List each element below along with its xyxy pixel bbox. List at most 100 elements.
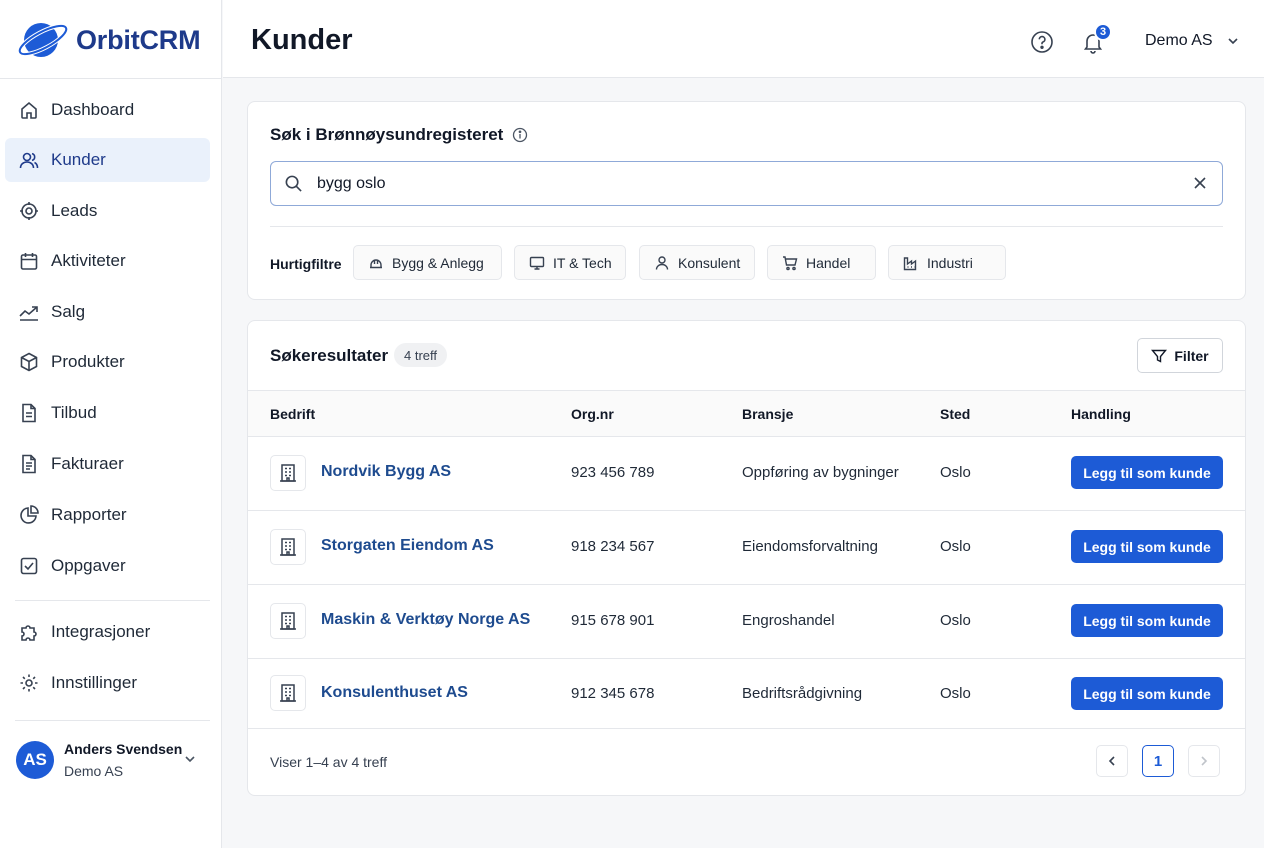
sidebar-item-leads[interactable]: Leads bbox=[5, 189, 210, 233]
sidebar-item-rapporter[interactable]: Rapporter bbox=[5, 493, 210, 537]
industry: Bedriftsrådgivning bbox=[742, 685, 863, 702]
company-name-link[interactable]: Konsulenthuset AS bbox=[321, 684, 468, 702]
help-icon[interactable] bbox=[1030, 30, 1054, 54]
sidebar-item-kunder[interactable]: Kunder bbox=[5, 138, 210, 182]
chip-label: Bygg & Anlegg bbox=[392, 254, 484, 271]
page-title: Kunder bbox=[251, 24, 353, 56]
target-icon bbox=[19, 201, 39, 221]
document-icon bbox=[19, 403, 39, 423]
quick-filter-industri[interactable]: Industri bbox=[888, 245, 1006, 280]
column-header-bedrift[interactable]: Bedrift bbox=[270, 406, 315, 422]
quick-filter-handel[interactable]: Handel bbox=[767, 245, 876, 280]
cart-icon bbox=[782, 255, 798, 271]
info-icon[interactable] bbox=[512, 127, 528, 143]
sidebar-item-salg[interactable]: Salg bbox=[5, 290, 210, 334]
search-divider bbox=[270, 226, 1223, 227]
column-header-bransje[interactable]: Bransje bbox=[742, 406, 793, 422]
add-as-customer-button[interactable]: Legg til som kunde bbox=[1071, 604, 1223, 637]
sidebar-item-produkter[interactable]: Produkter bbox=[5, 340, 210, 384]
table-header: Bedrift Org.nr Bransje Sted Handling bbox=[248, 390, 1245, 437]
sidebar-item-tilbud[interactable]: Tilbud bbox=[5, 391, 210, 435]
sidebar-item-label: Fakturaer bbox=[51, 454, 124, 473]
org-number: 915 678 901 bbox=[571, 612, 655, 629]
sidebar-item-aktiviteter[interactable]: Aktiviteter bbox=[5, 239, 210, 283]
pagination-page-1[interactable]: 1 bbox=[1142, 745, 1174, 777]
industry: Eiendomsforvaltning bbox=[742, 538, 878, 555]
sidebar-item-oppgaver[interactable]: Oppgaver bbox=[5, 544, 210, 588]
search-icon bbox=[284, 174, 303, 193]
company-name-link[interactable]: Storgaten Eiendom AS bbox=[321, 537, 494, 555]
person-icon bbox=[654, 255, 670, 271]
chip-label: Industri bbox=[927, 254, 973, 271]
gear-icon bbox=[19, 673, 39, 693]
nav-divider bbox=[15, 600, 210, 601]
notification-badge: 3 bbox=[1094, 23, 1112, 41]
filter-icon bbox=[1151, 348, 1168, 364]
users-icon bbox=[19, 150, 39, 170]
sidebar-item-label: Rapporter bbox=[51, 505, 127, 524]
sidebar-item-label: Tilbud bbox=[51, 403, 97, 422]
app-logo[interactable]: OrbitCRM bbox=[16, 18, 201, 62]
building-icon bbox=[270, 529, 306, 565]
add-as-customer-button[interactable]: Legg til som kunde bbox=[1071, 530, 1223, 563]
sidebar-item-label: Aktiviteter bbox=[51, 251, 126, 270]
nav-divider bbox=[15, 720, 210, 721]
column-header-sted[interactable]: Sted bbox=[940, 406, 970, 422]
pagination-prev-button[interactable] bbox=[1096, 745, 1128, 777]
city: Oslo bbox=[940, 464, 971, 481]
close-icon[interactable] bbox=[1192, 175, 1208, 191]
calendar-icon bbox=[19, 251, 39, 271]
account-switcher[interactable]: Demo AS bbox=[1145, 32, 1239, 50]
chevron-down-icon bbox=[1227, 35, 1239, 47]
quick-filter-konsulent[interactable]: Konsulent bbox=[639, 245, 755, 280]
user-info: Anders Svendsen Demo AS bbox=[64, 741, 182, 779]
column-header-handling: Handling bbox=[1071, 406, 1131, 422]
home-icon bbox=[19, 100, 39, 120]
factory-icon bbox=[903, 255, 919, 271]
filter-button[interactable]: Filter bbox=[1137, 338, 1223, 373]
monitor-icon bbox=[529, 255, 545, 271]
user-menu[interactable]: AS Anders Svendsen Demo AS bbox=[16, 740, 206, 780]
invoice-icon bbox=[19, 454, 39, 474]
quick-filter-it[interactable]: IT & Tech bbox=[514, 245, 626, 280]
search-title-text: Søk i Brønnøysundregisteret bbox=[270, 125, 504, 144]
quick-filters-label: Hurtigfiltre bbox=[270, 256, 342, 272]
account-label: Demo AS bbox=[1145, 32, 1213, 49]
sidebar-item-label: Integrasjoner bbox=[51, 622, 151, 641]
city: Oslo bbox=[940, 612, 971, 629]
building-icon bbox=[270, 675, 306, 711]
add-as-customer-button[interactable]: Legg til som kunde bbox=[1071, 677, 1223, 710]
app-name: OrbitCRM bbox=[76, 24, 201, 55]
org-number: 912 345 678 bbox=[571, 685, 655, 702]
sidebar-item-label: Leads bbox=[51, 201, 98, 220]
box-icon bbox=[19, 352, 39, 372]
checkbox-icon bbox=[19, 556, 39, 576]
org-number: 918 234 567 bbox=[571, 538, 655, 555]
trend-icon bbox=[19, 302, 39, 322]
sidebar-item-label: Salg bbox=[51, 302, 86, 321]
company-name-link[interactable]: Nordvik Bygg AS bbox=[321, 463, 451, 481]
chevron-left-icon bbox=[1106, 755, 1118, 767]
company-name-link[interactable]: Maskin & Verktøy Norge AS bbox=[321, 611, 530, 629]
city: Oslo bbox=[940, 685, 971, 702]
sidebar-item-label: Produkter bbox=[51, 352, 125, 371]
results-summary: Viser 1–4 av 4 treff bbox=[270, 754, 387, 770]
results-count-badge: 4 treff bbox=[394, 343, 448, 367]
sidebar-item-integrasjoner[interactable]: Integrasjoner bbox=[5, 610, 210, 654]
results-title: Søkeresultater bbox=[270, 346, 389, 365]
column-header-orgnr[interactable]: Org.nr bbox=[571, 406, 614, 422]
sidebar-item-label: Dashboard bbox=[51, 100, 135, 119]
search-input[interactable] bbox=[317, 174, 1157, 193]
pagination-next-button[interactable] bbox=[1188, 745, 1220, 777]
add-as-customer-button[interactable]: Legg til som kunde bbox=[1071, 456, 1223, 489]
top-header: Kunder 3 Demo AS bbox=[223, 0, 1264, 78]
sidebar-item-fakturaer[interactable]: Fakturaer bbox=[5, 442, 210, 486]
chip-label: Konsulent bbox=[678, 254, 741, 271]
industry: Engroshandel bbox=[742, 612, 835, 629]
sidebar-item-dashboard[interactable]: Dashboard bbox=[5, 88, 210, 132]
table-row: Maskin & Verktøy Norge AS 915 678 901 En… bbox=[248, 585, 1245, 659]
quick-filter-bygg[interactable]: Bygg & Anlegg bbox=[353, 245, 502, 280]
sidebar-item-innstillinger[interactable]: Innstillinger bbox=[5, 661, 210, 705]
chip-label: Handel bbox=[806, 254, 851, 271]
sidebar: OrbitCRM Dashboard Kunder Leads Aktivite… bbox=[0, 0, 222, 848]
